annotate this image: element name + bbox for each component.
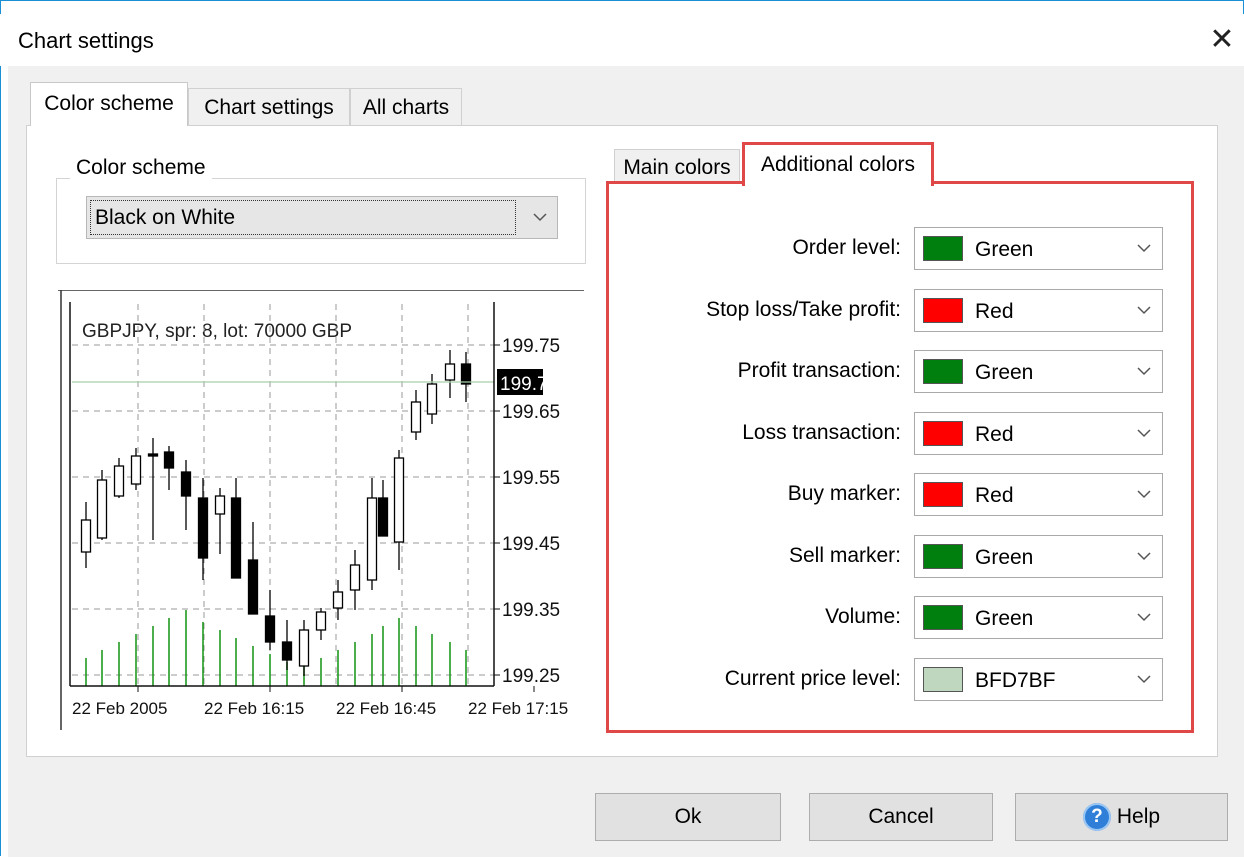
time-label: 22 Feb 16:45: [336, 699, 436, 718]
color-row-label: Order level:: [792, 236, 901, 259]
current-price-label: 199.70: [500, 374, 558, 395]
candle-body: [426, 383, 438, 415]
candle-body: [332, 591, 344, 609]
time-label: 22 Feb 16:15: [204, 699, 304, 718]
cancel-button[interactable]: Cancel: [809, 793, 993, 841]
close-icon: ✕: [1209, 23, 1235, 56]
color-select[interactable]: Green: [914, 534, 1163, 578]
tab-chart-settings[interactable]: Chart settings: [188, 88, 350, 126]
price-label: 199.25: [502, 666, 560, 687]
color-select[interactable]: Green: [914, 596, 1163, 639]
time-label: 22 Feb 17:15: [468, 699, 568, 718]
color-swatch: [923, 605, 963, 630]
color-value: Green: [975, 238, 1034, 261]
color-row-label: Stop loss/Take profit:: [706, 297, 901, 321]
chart-grid: [72, 304, 494, 686]
candle-body: [80, 519, 92, 553]
candle-body: [444, 363, 456, 381]
tab-color-scheme[interactable]: Color scheme: [30, 82, 188, 126]
candle-body: [96, 479, 108, 539]
color-value: Green: [975, 361, 1034, 384]
chevron-down-icon: [1137, 490, 1151, 499]
title-bar: [0, 14, 1244, 66]
candle-body: [460, 363, 472, 385]
color-row-label: Sell marker:: [788, 543, 901, 567]
help-button[interactable]: ? Help: [1015, 793, 1228, 841]
chevron-down-icon: [1137, 305, 1151, 314]
color-swatch: [923, 543, 963, 569]
color-swatch: [923, 482, 963, 507]
candle-body: [393, 457, 405, 543]
price-label: 199.35: [502, 600, 560, 621]
color-scheme-select[interactable]: Black on White: [86, 196, 558, 239]
color-select[interactable]: Red: [914, 288, 1163, 332]
chart-symbol-header: GBPJPY, spr: 8, lot: 70000 GBP: [82, 321, 352, 342]
chevron-down-icon: [1137, 551, 1151, 560]
chevron-down-icon: [1137, 428, 1151, 437]
color-scheme-group-label: Color scheme: [70, 156, 212, 180]
chevron-down-icon: [1137, 367, 1151, 376]
chevron-down-icon: [1137, 244, 1151, 253]
color-swatch: [923, 359, 963, 384]
color-value: Red: [975, 422, 1014, 446]
candles: [80, 350, 472, 676]
color-value: Green: [975, 607, 1034, 630]
price-label: 199.65: [502, 402, 560, 423]
color-select[interactable]: Red: [914, 473, 1163, 516]
candle-body: [315, 611, 327, 631]
price-label: 199.55: [502, 468, 560, 489]
color-select[interactable]: BFD7BF: [914, 657, 1163, 701]
candle-body: [180, 471, 192, 497]
color-select[interactable]: Green: [914, 227, 1163, 270]
candle-body: [214, 495, 226, 515]
tab-additional-colors[interactable]: Additional colors: [742, 142, 934, 186]
candle-body: [163, 451, 175, 469]
chevron-down-icon: [1137, 674, 1151, 683]
candle-body: [366, 497, 378, 581]
candle-body: [130, 455, 142, 485]
price-label: 199.45: [502, 534, 560, 555]
color-row-label: Profit transaction:: [737, 359, 901, 382]
color-value: Red: [975, 299, 1014, 323]
candle-body: [281, 641, 293, 661]
color-select[interactable]: Red: [914, 411, 1163, 455]
help-button-label: Help: [1116, 805, 1161, 828]
color-select[interactable]: Green: [914, 350, 1163, 393]
color-row-label: Buy marker:: [787, 482, 901, 505]
candle-body: [147, 453, 159, 457]
window-title: Chart settings: [18, 28, 154, 53]
candle-body: [377, 497, 389, 537]
time-label: 22 Feb 2005: [72, 699, 167, 718]
candle-body: [230, 497, 242, 579]
color-row-label: Current price level:: [724, 666, 901, 690]
chevron-down-icon: [533, 213, 547, 222]
color-row-label: Volume:: [825, 605, 901, 628]
ok-button[interactable]: Ok: [595, 793, 781, 841]
candle-body: [264, 615, 276, 643]
candle-body: [113, 465, 125, 497]
color-row-label: Loss transaction:: [742, 420, 901, 444]
color-value: Red: [975, 484, 1014, 507]
candle-body: [298, 629, 310, 667]
time-axis-labels: 22 Feb 2005 22 Feb 16:15 22 Feb 16:45 22 Fe…: [72, 686, 568, 718]
color-swatch: [923, 666, 963, 692]
close-button[interactable]: ✕: [1200, 18, 1244, 62]
chevron-down-icon: [1137, 613, 1151, 622]
color-value: BFD7BF: [975, 668, 1056, 692]
color-swatch: [923, 420, 963, 446]
price-label: 199.75: [502, 336, 560, 357]
chart-preview: GBPJPY, spr: 8, lot: 70000 GBP 199.75 199…: [58, 290, 586, 730]
candle-body: [410, 401, 422, 433]
color-swatch: [923, 297, 963, 323]
candle-body: [349, 564, 361, 591]
color-swatch: [923, 236, 963, 261]
color-value: Green: [975, 545, 1034, 569]
chart-preview-canvas: GBPJPY, spr: 8, lot: 70000 GBP 199.75 199…: [58, 290, 584, 730]
candle-body: [247, 559, 259, 615]
tab-main-colors[interactable]: Main colors: [614, 149, 740, 185]
candle-body: [197, 497, 209, 559]
tab-all-charts[interactable]: All charts: [350, 88, 462, 126]
color-scheme-value: Black on White: [90, 200, 516, 235]
help-icon: ?: [1082, 803, 1111, 832]
